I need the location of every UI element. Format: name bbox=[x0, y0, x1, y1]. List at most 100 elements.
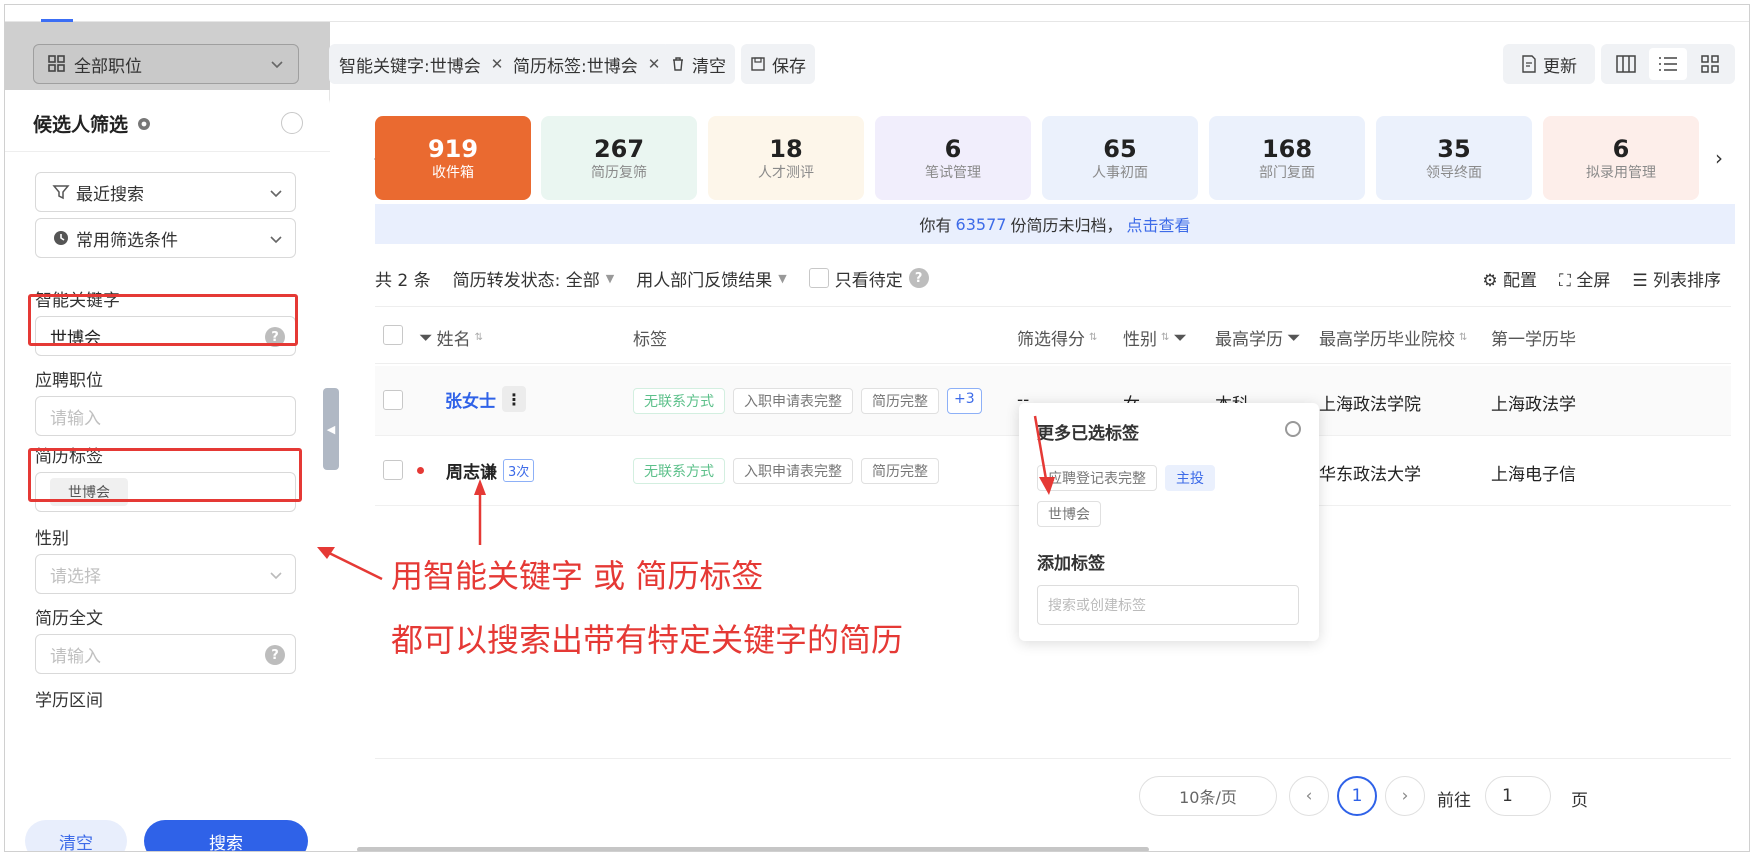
column-first-edu: 第一学历毕 bbox=[1491, 325, 1576, 350]
column-gender[interactable]: 性别 ⇅ ⏷ bbox=[1123, 325, 1187, 351]
clock-icon bbox=[54, 231, 68, 245]
clear-button[interactable]: 清空 bbox=[25, 820, 127, 851]
apply-count-badge: 3次 bbox=[503, 459, 535, 482]
filter-tag-keyword[interactable]: 智能关键字:世博会 ✕ bbox=[329, 44, 514, 84]
notice-text: 份简历未归档， bbox=[1010, 216, 1123, 235]
column-view-icon[interactable] bbox=[1607, 48, 1645, 80]
sort-icon[interactable]: ⇅ bbox=[1459, 332, 1467, 343]
column-score[interactable]: 筛选得分 ⇅ bbox=[1017, 325, 1097, 350]
page-size-select[interactable]: 10条/页 bbox=[1139, 776, 1277, 816]
row-checkbox[interactable] bbox=[383, 390, 403, 410]
tag[interactable]: 应聘登记表完整 bbox=[1037, 465, 1157, 491]
candidate-name-link[interactable]: 周志谦 bbox=[446, 458, 497, 483]
horizontal-scrollbar[interactable] bbox=[357, 847, 1149, 851]
fullscreen-button[interactable]: ⛶ 全屏 bbox=[1559, 266, 1610, 291]
notice-link[interactable]: 点击查看 bbox=[1126, 212, 1190, 236]
sort-icon[interactable]: ⇅ bbox=[475, 332, 483, 343]
grid-view-icon[interactable] bbox=[1691, 48, 1729, 80]
sidebar-header: 全部职位 bbox=[5, 22, 330, 90]
stage-count: 6 bbox=[944, 135, 962, 163]
first-edu-cell: 上海政法学 bbox=[1491, 395, 1576, 415]
popover-tag-list: 应聘登记表完整 主投 bbox=[1037, 465, 1215, 491]
gear-icon[interactable] bbox=[1285, 421, 1301, 437]
help-icon[interactable]: ? bbox=[265, 645, 285, 665]
first-edu-cell: 上海电子信 bbox=[1491, 465, 1576, 485]
stage-assessment[interactable]: 18 人才测评 bbox=[708, 116, 864, 200]
stage-final-interview[interactable]: 35 领导终面 bbox=[1376, 116, 1532, 200]
sort-icon[interactable]: ⇅ bbox=[1089, 332, 1097, 343]
gender-label: 性别 bbox=[35, 529, 69, 549]
search-button[interactable]: 搜索 bbox=[144, 820, 308, 851]
gender-select[interactable]: 请选择 bbox=[35, 554, 296, 594]
stage-dept-interview[interactable]: 168 部门复面 bbox=[1209, 116, 1365, 200]
goto-page-input[interactable]: 1 bbox=[1485, 776, 1551, 816]
stage-resume-rescreen[interactable]: 267 简历复筛 bbox=[541, 116, 697, 200]
filter-icon[interactable]: ⏷ bbox=[1287, 328, 1301, 348]
education-range-label: 学历区间 bbox=[35, 691, 103, 711]
refresh-button[interactable]: 更新 bbox=[1503, 44, 1595, 84]
fulltext-input[interactable]: 请输入 ? bbox=[35, 634, 296, 674]
save-filters-button[interactable]: 保存 bbox=[741, 44, 815, 84]
highlight-keyword-box bbox=[28, 294, 298, 346]
close-icon[interactable]: ✕ bbox=[491, 55, 504, 73]
column-label: 第一学历毕 bbox=[1491, 330, 1576, 350]
stage-written-test[interactable]: 6 笔试管理 bbox=[875, 116, 1031, 200]
page-number-button[interactable]: 1 bbox=[1337, 776, 1377, 816]
save-filters-label: 保存 bbox=[772, 56, 806, 77]
candidate-name-link[interactable]: 张女士 bbox=[445, 387, 496, 412]
dept-feedback-filter[interactable]: 用人部门反馈结果 ▼ bbox=[636, 266, 786, 291]
stage-inbox[interactable]: 919 收件箱 bbox=[375, 116, 531, 200]
sort-icon[interactable]: ⇅ bbox=[1161, 332, 1169, 343]
popover-tag-list: 世博会 bbox=[1037, 501, 1101, 527]
tag: 无联系方式 bbox=[633, 388, 725, 414]
common-filters-dropdown[interactable]: 常用筛选条件 bbox=[35, 218, 296, 258]
app-window: 全部职位 候选人筛选 最近搜索 常用筛选条件 智能关键字 世博会 ? 应聘职位 … bbox=[4, 4, 1750, 852]
help-icon[interactable]: ? bbox=[908, 268, 929, 288]
filter-tag-resume-tag[interactable]: 简历标签:世博会 ✕ bbox=[503, 44, 671, 84]
column-school[interactable]: 最高学历毕业院校 ⇅ bbox=[1319, 325, 1467, 350]
row-checkbox[interactable] bbox=[383, 460, 403, 480]
stage-hr-interview[interactable]: 65 人事初面 bbox=[1042, 116, 1198, 200]
collapse-icon[interactable] bbox=[281, 112, 303, 134]
tag: 无联系方式 bbox=[633, 458, 725, 484]
sort-button[interactable]: ☰ 列表排序 bbox=[1632, 266, 1721, 291]
stage-count: 6 bbox=[1612, 135, 1630, 163]
tag[interactable]: 世博会 bbox=[1037, 501, 1101, 527]
recent-search-dropdown[interactable]: 最近搜索 bbox=[35, 172, 296, 212]
settings-icon[interactable] bbox=[136, 116, 152, 132]
more-actions-icon[interactable]: ⋮ bbox=[502, 386, 526, 412]
school-cell: 上海政法学院 bbox=[1319, 395, 1421, 415]
select-all-checkbox[interactable] bbox=[383, 325, 403, 345]
fullscreen-label: 全屏 bbox=[1576, 270, 1611, 291]
filter-icon[interactable]: ⏷ bbox=[1173, 328, 1187, 348]
position-input[interactable]: 请输入 bbox=[35, 396, 296, 436]
filter-icon[interactable]: ⏷ bbox=[419, 328, 433, 348]
clear-filters-label: 清空 bbox=[692, 56, 726, 77]
school-cell: 华东政法大学 bbox=[1319, 465, 1421, 485]
forward-status-filter[interactable]: 简历转发状态: 全部 ▼ bbox=[453, 266, 615, 291]
tag[interactable]: 主投 bbox=[1165, 465, 1215, 491]
dept-feedback-label: 用人部门反馈结果 bbox=[636, 270, 773, 291]
next-page-icon[interactable]: › bbox=[1385, 776, 1425, 816]
close-icon[interactable]: ✕ bbox=[648, 55, 661, 73]
unarchived-notice: 你有 63577 份简历未归档， 点击查看 bbox=[375, 204, 1735, 244]
more-tags-button[interactable]: +3 bbox=[947, 388, 982, 414]
only-pending-toggle[interactable]: 只看待定? bbox=[808, 266, 929, 291]
only-pending-checkbox[interactable] bbox=[808, 268, 829, 288]
chevron-down-icon bbox=[270, 572, 282, 580]
total-count: 共 2 条 bbox=[375, 270, 431, 291]
config-button[interactable]: ⚙ 配置 bbox=[1482, 266, 1537, 291]
tag-search-input[interactable]: 搜索或创建标签 bbox=[1037, 585, 1299, 625]
column-education[interactable]: 最高学历 ⏷ bbox=[1215, 325, 1301, 351]
job-select[interactable]: 全部职位 bbox=[33, 44, 299, 84]
prev-page-icon[interactable]: ‹ bbox=[1289, 776, 1329, 816]
stage-count: 267 bbox=[593, 135, 645, 163]
list-view-icon[interactable] bbox=[1649, 48, 1687, 80]
clear-filters-button[interactable]: 清空 bbox=[661, 44, 735, 84]
document-refresh-icon bbox=[1522, 55, 1536, 73]
column-name[interactable]: ⏷ 姓名 ⇅ bbox=[419, 325, 483, 351]
stage-count: 18 bbox=[769, 135, 803, 163]
chevron-right-icon[interactable]: › bbox=[1715, 146, 1723, 170]
gear-icon: ⚙ bbox=[1482, 270, 1498, 291]
stage-offer[interactable]: 6 拟录用管理 bbox=[1543, 116, 1699, 200]
